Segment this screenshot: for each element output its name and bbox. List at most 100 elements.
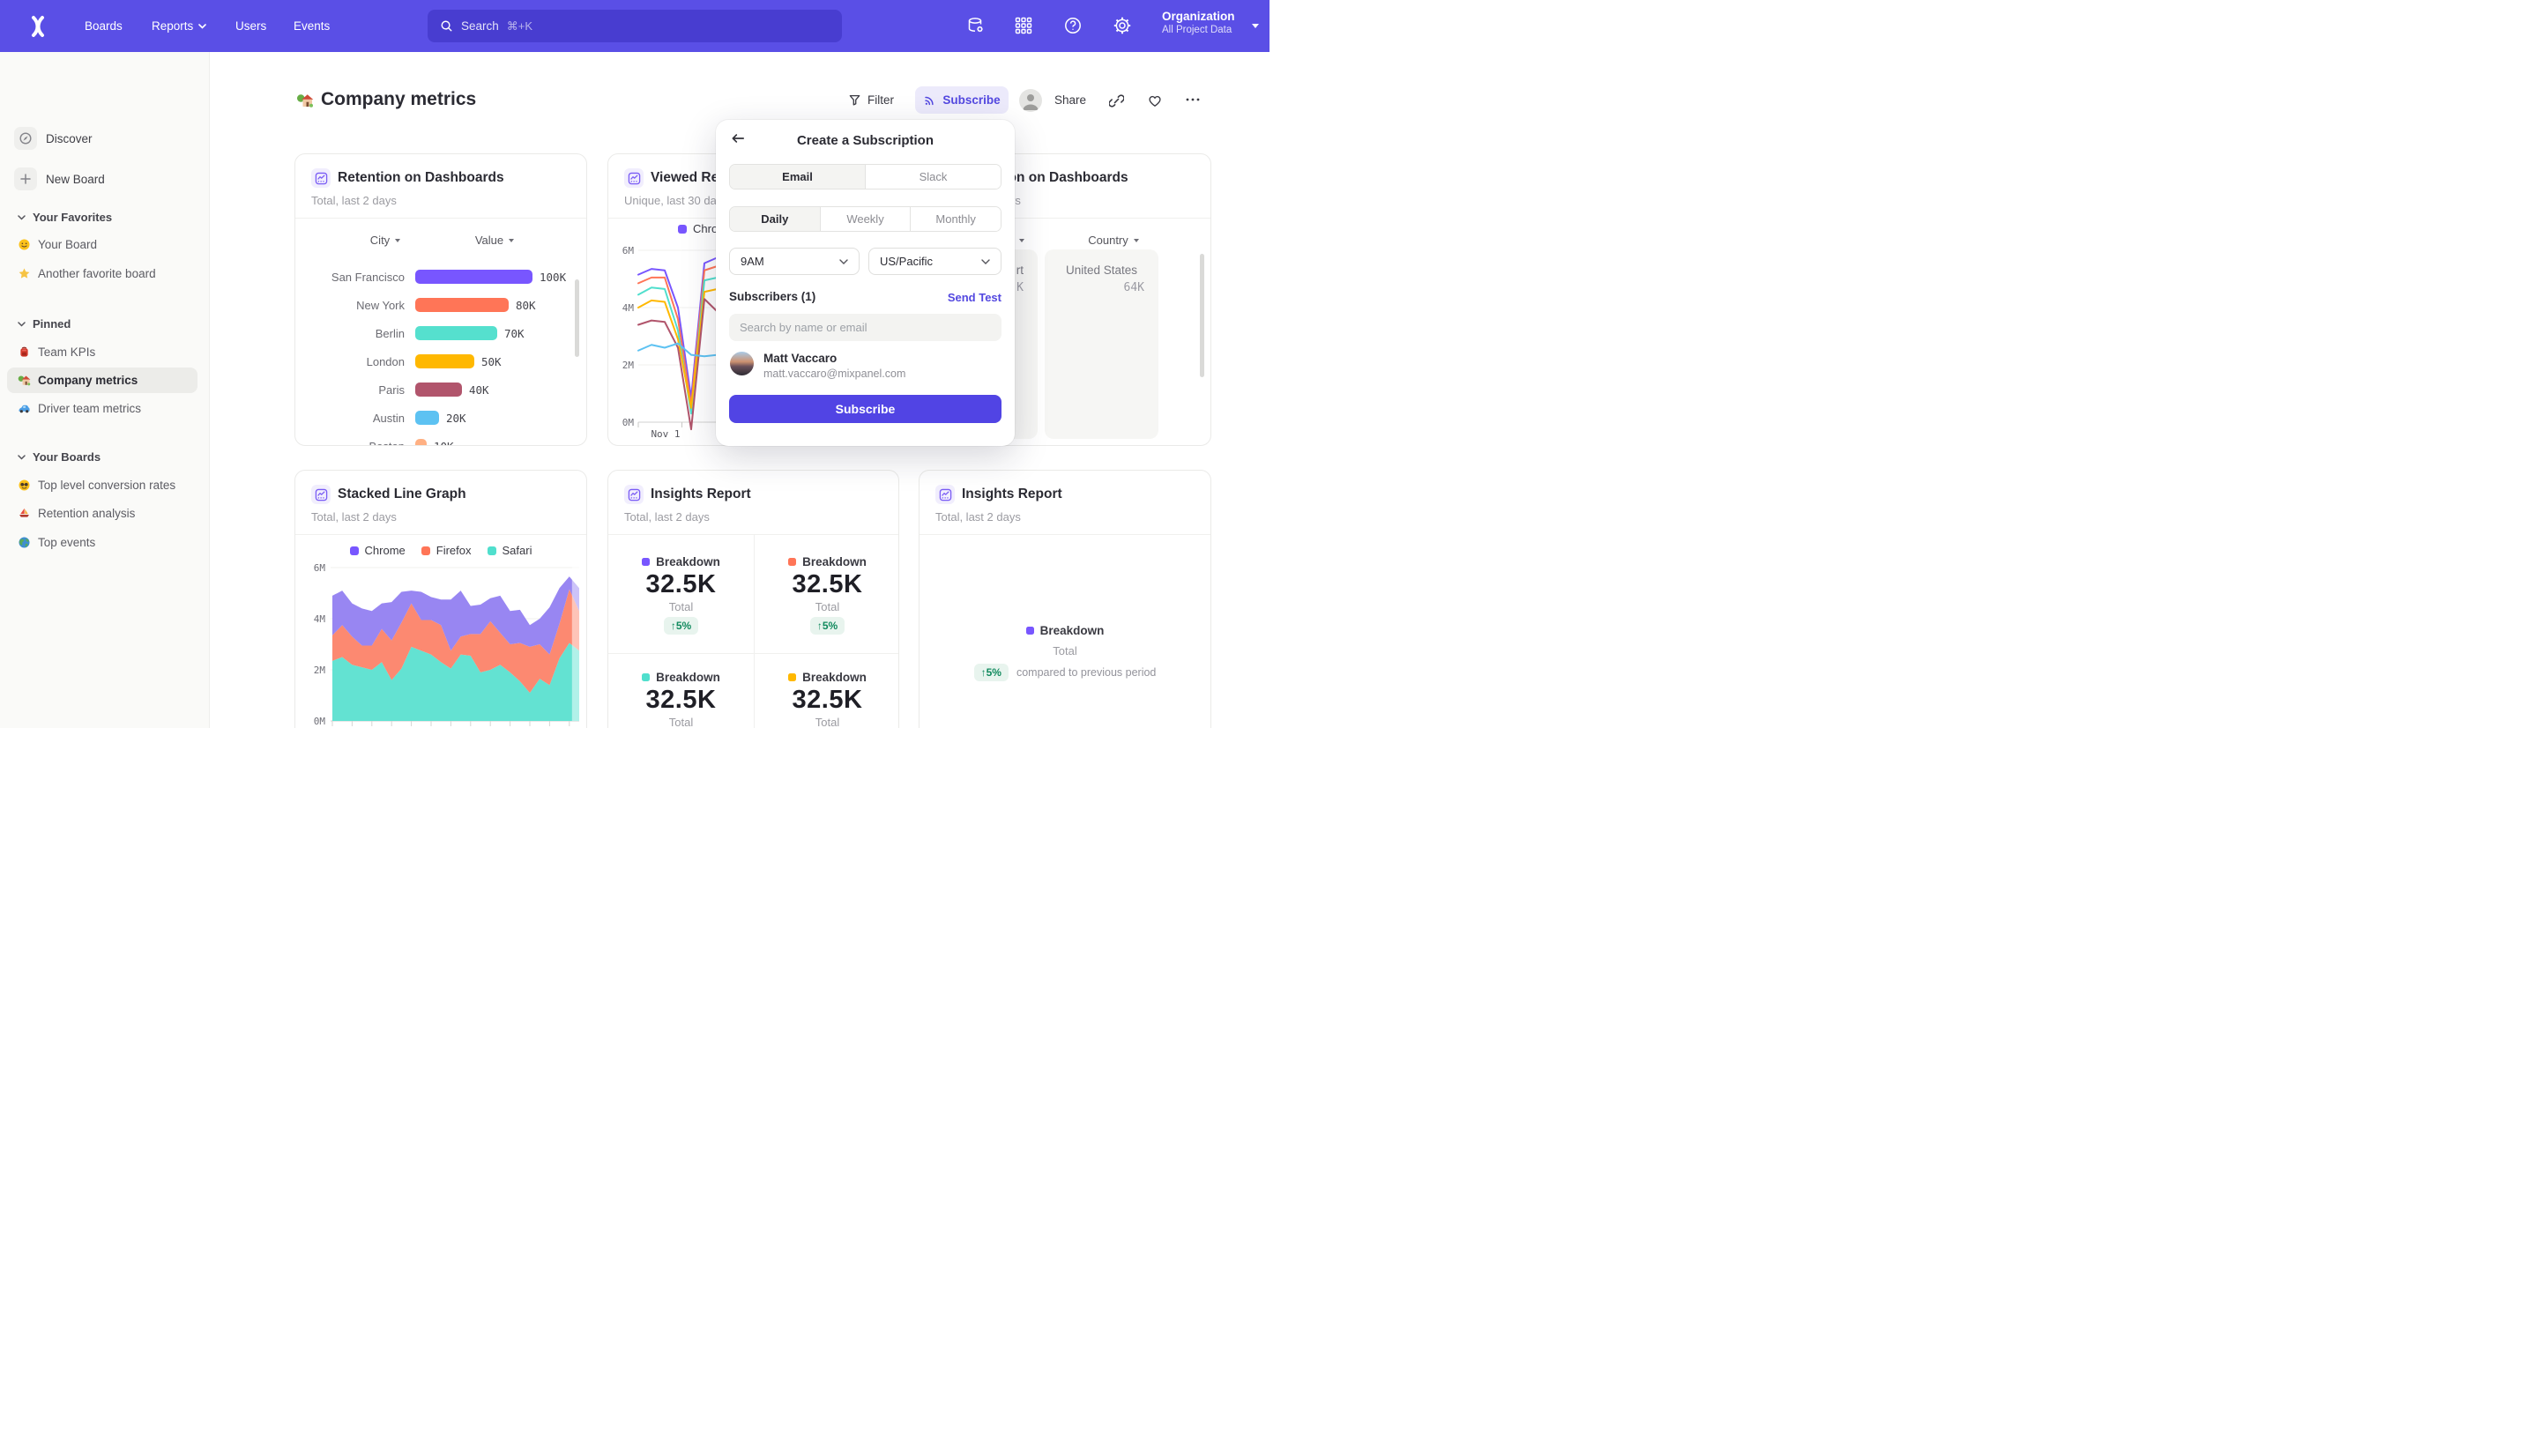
divider (295, 218, 586, 219)
apps-grid-icon[interactable] (1014, 16, 1033, 35)
card-title[interactable]: Insights Report (651, 487, 751, 502)
send-test-link[interactable]: Send Test (948, 291, 1001, 304)
sidebar-section-favorites[interactable]: Your Favorites (18, 211, 112, 224)
sidebar-item-team-kpis[interactable]: Team KPIs (18, 345, 95, 359)
svg-text:6M: 6M (314, 562, 326, 574)
share-button[interactable]: Share (1054, 93, 1086, 107)
search-placeholder: Search (461, 19, 499, 33)
card-insights-report: Insights Report Total, last 2 days Break… (607, 470, 899, 728)
sidebar-item-retention-analysis[interactable]: Retention analysis (18, 507, 135, 520)
sidebar: Discover New Board Your Favorites Your B… (0, 52, 210, 728)
time-select[interactable]: 9AM (729, 248, 860, 275)
chevron-down-icon (981, 259, 990, 264)
frequency-tabs: Daily Weekly Monthly (729, 206, 1001, 232)
sidebar-item-your-board[interactable]: Your Board (18, 238, 97, 251)
pivot-cell-united-states[interactable]: United States 64K (1045, 249, 1158, 439)
table-row[interactable]: New York80K (311, 291, 536, 319)
bar (415, 270, 532, 284)
scrollbar-thumb[interactable] (1200, 254, 1204, 377)
mixpanel-app: Boards Reports Users Events Search ⌘+K (0, 0, 1270, 728)
series-color-dot (788, 558, 796, 566)
svg-text:Nov 1: Nov 1 (651, 428, 680, 440)
scrollbar-thumb[interactable] (575, 279, 579, 357)
help-icon[interactable] (1063, 16, 1083, 35)
subscribe-submit-button[interactable]: Subscribe (729, 395, 1001, 423)
globe-emoji-icon (18, 536, 31, 549)
table-row[interactable]: London50K (311, 347, 502, 375)
modal-title: Create a Subscription (716, 133, 1015, 148)
tab-monthly[interactable]: Monthly (910, 207, 1001, 231)
sidebar-item-top-events[interactable]: Top events (18, 536, 95, 549)
sidebar-section-pinned[interactable]: Pinned (18, 317, 71, 331)
svg-text:0M: 0M (622, 417, 635, 428)
column-header-country[interactable]: Country (1071, 234, 1156, 247)
card-subtitle: Total, last 2 days (624, 510, 710, 524)
table-row[interactable]: San Francisco100K (311, 263, 566, 291)
report-chart-icon (311, 168, 331, 188)
plus-icon (14, 167, 37, 190)
copy-link-button[interactable] (1109, 93, 1124, 108)
smiley-emoji-icon (18, 238, 31, 251)
column-header-value[interactable]: Value (452, 234, 537, 247)
sidebar-item-driver-team-metrics[interactable]: Driver team metrics (18, 402, 141, 415)
backpack-emoji-icon (18, 345, 31, 359)
table-row[interactable]: Austin20K (311, 404, 466, 432)
table-row[interactable]: Berlin70K (311, 319, 525, 347)
search-input[interactable]: Search ⌘+K (428, 10, 842, 42)
data-management-icon[interactable] (966, 16, 986, 35)
card-title[interactable]: Retention on Dashboards (338, 170, 504, 186)
nav-users[interactable]: Users (235, 19, 266, 33)
tab-slack[interactable]: Slack (865, 165, 1001, 189)
subscriber-search-input[interactable] (729, 314, 1001, 341)
svg-text:2M: 2M (622, 360, 635, 371)
series-color-dot (642, 673, 650, 681)
more-options-button[interactable] (1185, 93, 1201, 106)
table-row[interactable]: Paris40K (311, 375, 489, 404)
subscribers-label: Subscribers (1) (729, 290, 815, 303)
bar (415, 354, 474, 368)
report-chart-icon (935, 485, 955, 504)
compass-icon (14, 127, 37, 150)
sidebar-new-board[interactable]: New Board (14, 167, 105, 190)
sidebar-discover[interactable]: Discover (14, 127, 93, 150)
mixpanel-logo-icon[interactable] (26, 15, 49, 38)
sidebar-item-company-metrics[interactable]: Company metrics (18, 374, 138, 387)
stacked-area-chart: 6M4M2M0M (295, 471, 587, 728)
tab-daily[interactable]: Daily (730, 207, 820, 231)
tab-weekly[interactable]: Weekly (820, 207, 911, 231)
sidebar-item-another-favorite[interactable]: Another favorite board (18, 267, 156, 280)
card-title[interactable]: Insights Report (962, 487, 1062, 502)
timezone-select[interactable]: US/Pacific (868, 248, 1001, 275)
table-row[interactable]: Boston10K (311, 432, 454, 446)
user-avatar[interactable] (1019, 89, 1042, 112)
delta-badge: ↑5% (664, 617, 698, 635)
nav-boards[interactable]: Boards (85, 19, 123, 33)
subscriber-email: matt.vaccaro@mixpanel.com (763, 368, 905, 380)
tab-email[interactable]: Email (730, 165, 865, 189)
card-stacked-line-graph: Stacked Line Graph Total, last 2 days Ch… (294, 470, 587, 728)
search-shortcut: ⌘+K (507, 19, 532, 33)
settings-gear-icon[interactable] (1113, 16, 1132, 35)
subscriber-name: Matt Vaccaro (763, 352, 837, 365)
org-switcher[interactable]: Organization All Project Data (1162, 10, 1235, 35)
search-icon (440, 19, 453, 33)
chevron-down-icon (18, 322, 26, 327)
sidebar-item-top-level-conversion[interactable]: Top level conversion rates (18, 479, 175, 492)
subscribe-button[interactable]: Subscribe (915, 86, 1009, 114)
delta-caption: compared to previous period (1016, 666, 1156, 679)
sidebar-section-your-boards[interactable]: Your Boards (18, 450, 101, 464)
chevron-down-icon (18, 215, 26, 220)
favorite-button[interactable] (1147, 93, 1163, 108)
bar (415, 383, 462, 397)
nav-events[interactable]: Events (294, 19, 330, 33)
series-color-dot (642, 558, 650, 566)
bar (415, 439, 427, 446)
card-retention-dashboards: Retention on Dashboards Total, last 2 da… (294, 153, 587, 446)
svg-text:2M: 2M (314, 665, 326, 676)
nav-reports[interactable]: Reports (152, 19, 206, 33)
svg-text:6M: 6M (622, 245, 635, 256)
filter-button[interactable]: Filter (848, 93, 894, 107)
bar (415, 411, 439, 425)
series-color-dot (1026, 627, 1034, 635)
column-header-city[interactable]: City (343, 234, 428, 247)
